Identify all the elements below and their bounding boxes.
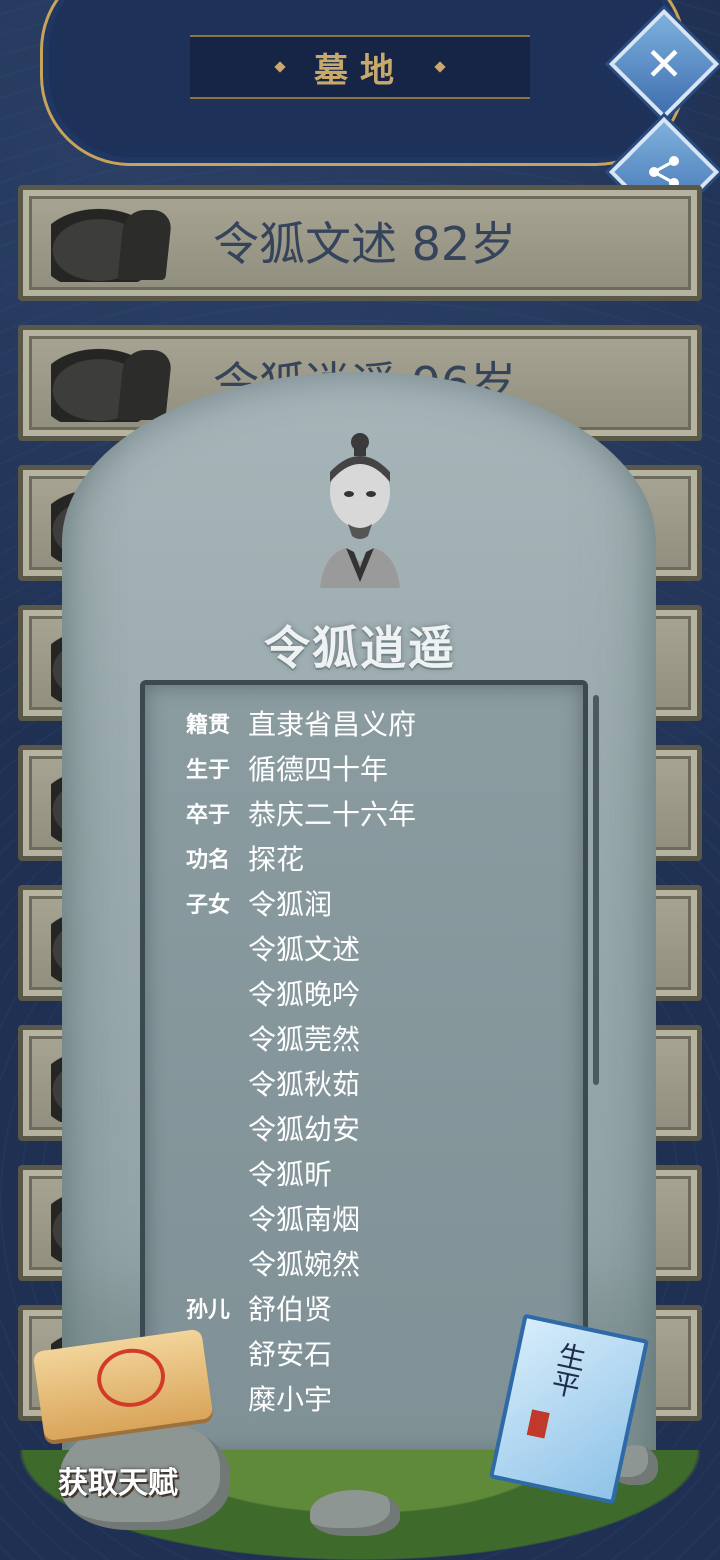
title-dot-right (434, 61, 446, 73)
info-label: 功名 (186, 847, 231, 873)
avatar-portrait (320, 433, 400, 588)
child-name: 令狐婉然 (248, 1247, 361, 1281)
info-value: 直隶省昌义府 (248, 707, 417, 741)
grandchildren-label: 孙儿 (186, 1297, 231, 1323)
child-name: 令狐幼安 (248, 1112, 361, 1146)
page-title: 墓地 (314, 50, 406, 91)
grave-row[interactable]: 令狐文述 82岁 (18, 185, 702, 301)
grave-name: 令狐文述 (213, 217, 397, 271)
biography: 籍贯 直隶省昌义府 生于 循德四十年 卒于 恭庆二十六年 功名 探花 子女 令狐… (186, 700, 416, 1420)
scrollbar[interactable] (593, 695, 599, 1085)
info-row: 卒于 恭庆二十六年 (186, 790, 416, 835)
info-label: 籍贯 (186, 712, 231, 738)
child-name: 令狐南烟 (248, 1202, 361, 1236)
child-name: 令狐润 (248, 887, 333, 921)
info-row: 生于 循德四十年 (186, 745, 416, 790)
info-row: 籍贯 直隶省昌义府 (186, 700, 416, 745)
book-title: 生平 (545, 1339, 590, 1401)
gravestone-icon (51, 202, 171, 282)
get-talent-button[interactable]: 获取天赋 (58, 1458, 178, 1502)
child-name: 令狐晚吟 (248, 977, 361, 1011)
info-row: 功名 探花 (186, 835, 416, 880)
child-name: 令狐秋茹 (248, 1067, 361, 1101)
gravestone-icon (51, 342, 171, 422)
info-row: 子女 令狐润 (186, 880, 416, 925)
info-value: 探花 (248, 842, 305, 876)
info-value: 循德四十年 (248, 752, 389, 786)
info-label: 生于 (186, 757, 231, 783)
title-bar: 墓地 (190, 35, 530, 99)
info-value: 恭庆二十六年 (248, 797, 417, 831)
child-name: 令狐文述 (248, 932, 361, 966)
grandchild-name: 舒安石 (248, 1337, 333, 1371)
grandchild-name: 舒伯贤 (248, 1292, 333, 1326)
child-name: 令狐莞然 (248, 1022, 361, 1056)
child-name: 令狐昕 (248, 1157, 333, 1191)
grandchild-name: 糜小宇 (248, 1382, 333, 1416)
close-icon: ✕ (644, 37, 684, 91)
seal-icon (526, 1409, 550, 1439)
children-label: 子女 (186, 892, 231, 918)
info-row: 孙儿 舒伯贤 (186, 1285, 416, 1330)
rock-decoration (310, 1490, 400, 1536)
title-dot-left (274, 61, 286, 73)
info-label: 卒于 (186, 802, 231, 828)
grave-age: 82岁 (411, 217, 517, 271)
deceased-name: 令狐逍遥 (264, 621, 456, 675)
